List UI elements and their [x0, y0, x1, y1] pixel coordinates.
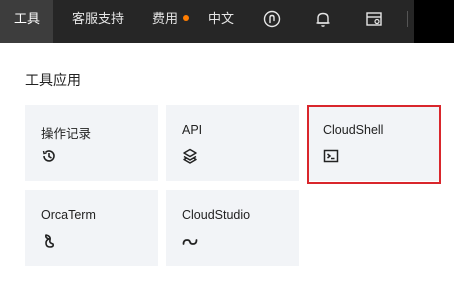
nav-language[interactable]: 中文	[208, 0, 234, 43]
topbar-divider	[407, 11, 408, 27]
section-title: 工具应用	[25, 72, 81, 88]
notification-dot	[183, 14, 190, 21]
tool-card-api[interactable]: API	[166, 105, 299, 181]
sync-icon[interactable]	[262, 9, 282, 29]
tool-card-cloudstudio[interactable]: CloudStudio	[166, 190, 299, 266]
api-icon	[183, 148, 197, 164]
orcaterm-icon	[45, 234, 54, 248]
settings-panel-icon[interactable]	[364, 9, 384, 29]
tools-panel: 工具应用 操作记录 API CloudShell OrcaTerm CloudS…	[0, 43, 454, 285]
tool-card-operation-log[interactable]: 操作记录	[25, 105, 158, 181]
bell-icon[interactable]	[313, 9, 333, 29]
nav-tools[interactable]: 工具	[0, 0, 53, 43]
history-icon	[42, 150, 55, 162]
nav-billing-label: 费用	[152, 11, 179, 26]
nav-support[interactable]: 客服支持	[72, 0, 124, 43]
cloudstudio-icon	[182, 239, 198, 245]
card-label: CloudStudio	[182, 208, 251, 222]
avatar[interactable]	[414, 0, 454, 43]
card-label: 操作记录	[41, 127, 92, 141]
nav-billing[interactable]: 费用	[152, 0, 190, 43]
top-navigation-bar: 工具 客服支持 费用 中文	[0, 0, 454, 43]
tool-card-orcaterm[interactable]: OrcaTerm	[25, 190, 158, 266]
card-label: API	[182, 123, 203, 137]
cloudshell-highlight-box	[307, 105, 441, 184]
card-label: OrcaTerm	[41, 208, 96, 222]
